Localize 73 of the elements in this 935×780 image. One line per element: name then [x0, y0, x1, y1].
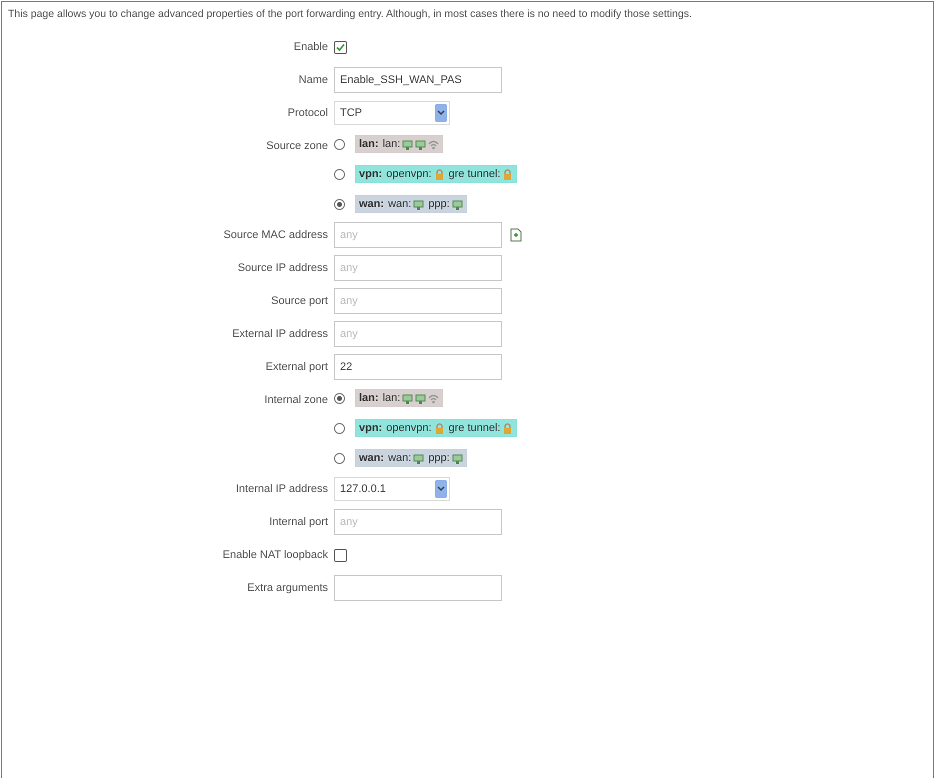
network-name: gre tunnel: [448, 422, 500, 434]
zone-name: lan: [359, 392, 379, 404]
lock-icon [502, 168, 514, 180]
checkbox[interactable] [334, 40, 347, 54]
network-name: ppp: [428, 452, 450, 464]
zone-name: vpn: [359, 168, 382, 180]
field-label: Enable [292, 40, 328, 53]
network-name: ppp: [428, 198, 450, 210]
network-icon [452, 198, 463, 210]
network-icon [413, 452, 424, 464]
field-label: Extra arguments [246, 581, 328, 594]
add-icon[interactable] [510, 228, 522, 242]
field-label: Name [298, 73, 328, 86]
zone-name: wan: [359, 452, 384, 464]
network-name: lan: [382, 138, 400, 150]
network-icon [452, 452, 463, 464]
zone-badge[interactable]: lan: lan: [355, 135, 444, 153]
network-name: openvpn: [386, 422, 432, 434]
network-icon [413, 198, 424, 210]
network-name: wan: [388, 198, 412, 210]
input-field[interactable]: Enable_SSH_WAN_PAS [334, 67, 502, 93]
lock-icon [434, 168, 444, 180]
field-label: Source IP address [236, 261, 328, 274]
input-field[interactable]: 22 [334, 354, 502, 380]
network-name: lan: [382, 392, 400, 404]
input-field[interactable]: any [334, 288, 502, 314]
zone-name: vpn: [359, 422, 382, 434]
network-icon [415, 138, 426, 150]
network-icon [415, 392, 426, 404]
zone-badge[interactable]: wan: wan: ppp: [355, 195, 467, 213]
input-field[interactable] [334, 575, 502, 601]
field-label: Source MAC address [222, 228, 328, 241]
field-label: External IP address [231, 327, 328, 340]
input-field[interactable]: any [334, 255, 502, 281]
radio-button[interactable] [334, 138, 345, 150]
network-icon [402, 392, 414, 404]
field-label: Source zone [265, 139, 328, 152]
wireless-icon [428, 392, 440, 404]
checkbox[interactable] [334, 548, 347, 562]
field-label: Internal port [268, 515, 328, 528]
field-label: Protocol [286, 106, 328, 119]
zone-badge[interactable]: lan: lan: [355, 389, 444, 407]
field-label: Internal IP address [234, 482, 328, 495]
checkmark-icon [335, 42, 346, 52]
radio-button[interactable] [334, 422, 345, 434]
zone-badge[interactable]: vpn: openvpn: gre tunnel: [355, 419, 518, 437]
dropdown[interactable]: 127.0.0.1 [334, 477, 450, 501]
caret-icon [435, 480, 447, 498]
zone-name: lan: [359, 138, 379, 150]
field-label: Source port [270, 294, 328, 307]
network-name: wan: [388, 452, 412, 464]
network-icon [402, 138, 414, 150]
caret-icon [435, 104, 447, 122]
input-field[interactable]: any [334, 509, 502, 535]
field-label: External port [264, 360, 328, 373]
description-text: This page allows you to change advanced properties of the port forwarding entry. Although, in most cases there is no need to modify those settings. [8, 8, 693, 20]
radio-button[interactable] [334, 198, 345, 210]
field-label: Internal zone [263, 393, 328, 406]
input-field[interactable]: any [334, 222, 502, 248]
lock-icon [502, 422, 514, 434]
lock-icon [434, 422, 444, 434]
radio-button[interactable] [334, 168, 345, 180]
network-name: openvpn: [386, 168, 432, 180]
zone-badge[interactable]: vpn: openvpn: gre tunnel: [355, 165, 518, 183]
zone-name: wan: [359, 198, 384, 210]
wireless-icon [428, 138, 440, 150]
radio-button[interactable] [334, 452, 345, 464]
network-name: gre tunnel: [448, 168, 500, 180]
input-field[interactable]: any [334, 321, 502, 347]
dropdown[interactable]: TCP [334, 101, 450, 125]
radio-button[interactable] [334, 392, 345, 404]
zone-badge[interactable]: wan: wan: ppp: [355, 449, 467, 467]
field-label: Enable NAT loopback [222, 548, 328, 561]
